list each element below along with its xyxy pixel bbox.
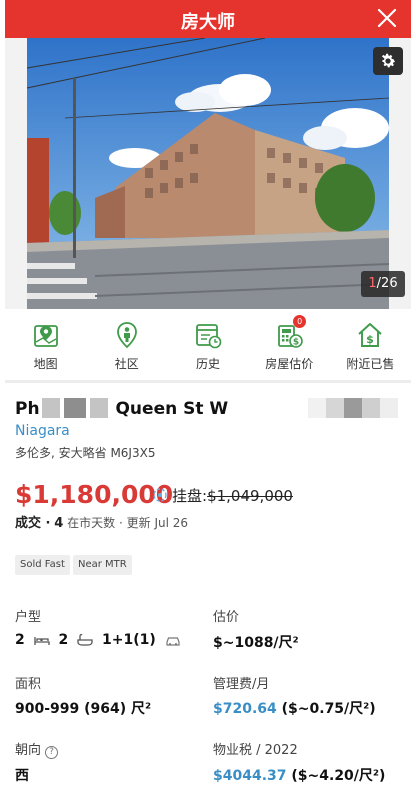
map-pin-icon <box>33 325 58 347</box>
action-map-label: 地图 <box>33 357 58 371</box>
maintenance-fee: $720.64 <box>213 701 277 717</box>
spec-fee-label: 管理费/月 <box>213 677 270 692</box>
photo-counter-current: 1 <box>368 276 377 291</box>
location-person-icon <box>116 322 137 349</box>
action-valuation-label: 房屋估价 <box>265 357 314 371</box>
history-calendar-icon <box>196 324 222 349</box>
spec-tax-label: 物业税 / 2022 <box>213 743 298 758</box>
car-icon <box>166 637 180 646</box>
spec-tax-value: $4044.37 ($~4.20/尺²) <box>213 765 385 785</box>
action-history-label: 历史 <box>196 357 221 371</box>
action-bar: 地图 社区 历史 $ 0 房屋估价 $ 附近已售 <box>5 309 411 379</box>
neighbourhood-link[interactable]: Niagara <box>15 423 70 439</box>
valuation-badge: 0 <box>293 315 307 328</box>
spec-type-value: 2 2 1+1(1) <box>15 632 185 648</box>
sold-status: 成交 · <box>15 516 51 531</box>
photo-counter: 1/26 <box>361 271 405 297</box>
close-icon[interactable] <box>375 6 399 30</box>
gear-icon <box>381 53 396 68</box>
spec-size-label: 面积 <box>15 677 42 692</box>
tag-near-mtr: Near MTR <box>73 555 132 575</box>
spec-fee-value: $720.64 ($~0.75/尺²) <box>213 698 376 718</box>
spec-facing-label: 朝向? <box>15 739 59 759</box>
address-redacted-block <box>63 398 86 418</box>
tag-sold-fast: Sold Fast <box>15 555 70 575</box>
action-valuation[interactable]: $ 0 房屋估价 <box>249 309 330 379</box>
days-on-market: 4 <box>54 516 64 531</box>
list-price-label: 挂盘: <box>172 487 208 505</box>
svg-text:$: $ <box>367 333 375 346</box>
address-redacted-block <box>41 398 60 418</box>
property-tax: $4044.37 <box>213 768 287 784</box>
address-street: Queen St W <box>115 399 229 419</box>
photo-counter-total: /26 <box>376 276 398 291</box>
redacted-area <box>308 398 398 418</box>
address-redacted-block <box>89 398 108 418</box>
sold-price: $1,180,000 <box>15 480 174 509</box>
spec-type-label: 户型 <box>15 610 42 625</box>
days-on-market-label: 在市天数 <box>67 516 116 530</box>
maintenance-fee-per-sqft: ($~0.75/尺²) <box>281 701 376 717</box>
price-swap-icon[interactable] <box>153 488 167 502</box>
parking-count: 1+1(1) <box>102 632 156 648</box>
svg-text:$: $ <box>293 338 299 348</box>
facing-label-text: 朝向 <box>15 743 42 758</box>
city-province-postal: 多伦多, 安大略省 M6J3X5 <box>15 446 156 460</box>
list-price: 挂盘:$1,049,000 <box>172 485 293 506</box>
bed-icon <box>33 637 50 645</box>
building-photo-image <box>5 38 411 309</box>
action-map[interactable]: 地图 <box>5 309 86 379</box>
spec-facing-value: 西 <box>15 768 29 784</box>
section-divider <box>5 380 411 383</box>
property-tax-per-sqft: ($~4.20/尺²) <box>291 768 386 784</box>
settings-gear-button[interactable] <box>373 47 403 75</box>
app-title: 房大师 <box>181 12 235 33</box>
action-nearby-sold-label: 附近已售 <box>346 357 395 371</box>
app-header: 房大师 <box>5 0 411 38</box>
help-icon[interactable]: ? <box>45 746 59 759</box>
listing-photo[interactable]: 1/26 <box>5 38 411 309</box>
updated-date: · 更新 Jul 26 <box>119 516 189 530</box>
action-nearby-sold[interactable]: $ 附近已售 <box>330 309 411 379</box>
spec-estimate-label: 估价 <box>213 610 240 625</box>
listing-meta: 成交 · 4 在市天数 · 更新 Jul 26 <box>15 512 188 531</box>
action-community-label: 社区 <box>114 357 139 371</box>
listing-address: Ph Queen St W <box>15 398 228 419</box>
action-history[interactable]: 历史 <box>167 309 248 379</box>
bedroom-count: 2 <box>15 632 25 648</box>
house-dollar-icon: $ <box>358 323 383 347</box>
address-prefix: Ph <box>15 399 40 419</box>
spec-estimate-value: $~1088/尺² <box>213 635 299 651</box>
bathroom-count: 2 <box>58 632 69 648</box>
spec-size-value: 900-999 (964) 尺² <box>15 701 152 717</box>
action-community[interactable]: 社区 <box>86 309 167 379</box>
list-price-value: $1,049,000 <box>207 487 293 505</box>
bathtub-icon <box>77 633 93 646</box>
